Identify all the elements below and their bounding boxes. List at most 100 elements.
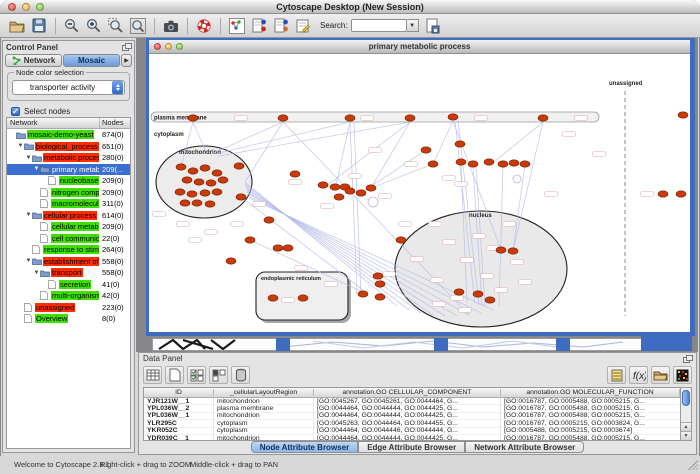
background-window-fragment[interactable] (152, 338, 692, 351)
network-node[interactable] (473, 291, 483, 297)
tree-item[interactable]: nitrogen compo209(0) (7, 187, 130, 199)
scroll-down-arrow[interactable]: ▼ (681, 431, 691, 440)
network-node[interactable] (676, 191, 686, 197)
scrollbar-thumb[interactable] (682, 390, 690, 406)
tab-network[interactable]: Network (5, 54, 62, 67)
tab-network-attribute-browser[interactable]: Network Attribute Browser (465, 441, 584, 453)
tree-item[interactable]: ▼transport558(0) (7, 267, 130, 279)
tree-column-network[interactable]: Network (7, 118, 100, 128)
network-node[interactable] (218, 177, 228, 183)
background-window-fragment[interactable] (641, 336, 692, 351)
tree-item[interactable]: ▼cellular process614(0) (7, 210, 130, 222)
tree-item[interactable]: ▼metabolic process280(0) (7, 152, 130, 164)
tree-item[interactable]: ▼establishment of lo558(0) (7, 256, 130, 268)
column-header[interactable]: ID (144, 389, 214, 396)
network-overview-icon[interactable] (227, 16, 247, 36)
network-node[interactable] (421, 147, 431, 153)
tree-item[interactable]: ▼primary metabo209(... (7, 164, 130, 176)
network-node[interactable] (188, 168, 198, 174)
network-node[interactable] (278, 115, 288, 121)
network-node[interactable] (180, 200, 190, 206)
network-node[interactable] (468, 161, 478, 167)
column-header[interactable]: annotation.GO CELLULAR_COMPONENT (314, 389, 501, 396)
tree-expand-icon[interactable]: ▼ (25, 155, 32, 161)
network-node[interactable] (658, 191, 668, 197)
network-node[interactable] (236, 194, 246, 200)
network-node[interactable] (212, 170, 222, 176)
network-node[interactable] (366, 185, 376, 191)
network-node[interactable] (358, 291, 368, 297)
select-nodes-checkbox[interactable]: ✓ (11, 107, 20, 116)
tree-expand-icon[interactable]: ▼ (25, 258, 32, 264)
network-node[interactable] (234, 163, 244, 169)
network-node[interactable] (212, 189, 222, 195)
save-icon[interactable] (29, 16, 49, 36)
delete-attribute-trash-icon[interactable] (231, 366, 250, 384)
search-dropdown-button[interactable]: ▼ (407, 19, 419, 32)
network-node[interactable] (428, 161, 438, 167)
network-node[interactable] (538, 115, 548, 121)
network-node[interactable] (373, 273, 383, 279)
network-node[interactable] (187, 191, 197, 197)
scroll-up-arrow[interactable]: ▲ (681, 422, 691, 431)
search-input[interactable] (351, 19, 407, 32)
network-node[interactable] (448, 114, 458, 120)
background-window-fragment[interactable] (556, 338, 570, 351)
network-node[interactable] (456, 159, 466, 165)
network-node[interactable] (273, 245, 283, 251)
network-node[interactable] (298, 295, 308, 301)
import-node-attributes-icon[interactable] (249, 16, 269, 36)
network-node[interactable] (496, 247, 506, 253)
tree-expand-icon[interactable]: ▼ (33, 270, 40, 276)
network-node[interactable] (498, 161, 508, 167)
network-node[interactable] (356, 190, 366, 196)
background-window-fragment[interactable] (434, 338, 448, 351)
tree-item[interactable]: cell communicat22(0) (7, 233, 130, 245)
tree-item[interactable]: multi-organism pro42(0) (7, 290, 130, 302)
background-window-fragment[interactable] (276, 338, 290, 351)
network-node[interactable] (200, 165, 210, 171)
session-save-icon[interactable] (423, 16, 443, 36)
annotation-icon[interactable] (293, 16, 313, 36)
network-node[interactable] (290, 171, 300, 177)
zoom-in-icon[interactable] (84, 16, 104, 36)
zoom-out-icon[interactable] (62, 16, 82, 36)
network-window-titlebar[interactable]: primary metabolic process (149, 40, 690, 54)
new-attribute-icon[interactable] (165, 366, 184, 384)
network-node[interactable] (176, 164, 186, 170)
network-node[interactable] (345, 188, 355, 194)
network-node[interactable] (175, 189, 185, 195)
network-node[interactable] (484, 159, 494, 165)
network-node[interactable] (188, 115, 198, 121)
network-node[interactable] (678, 112, 688, 118)
network-node[interactable] (206, 180, 216, 186)
network-node[interactable] (226, 258, 236, 264)
network-node[interactable] (520, 161, 530, 167)
network-node[interactable] (375, 281, 385, 287)
network-node[interactable] (205, 201, 215, 207)
snapshot-camera-icon[interactable] (161, 16, 181, 36)
node-color-dropdown[interactable]: transporter activity (12, 80, 125, 95)
tab-mosaic[interactable]: Mosaic (63, 54, 120, 67)
network-node[interactable] (334, 194, 344, 200)
network-node[interactable] (192, 200, 202, 206)
network-node[interactable] (194, 179, 204, 185)
network-node[interactable] (318, 182, 328, 188)
attribute-table-icon[interactable] (143, 366, 162, 384)
table-scrollbar[interactable]: ▲ ▼ (680, 388, 691, 440)
tree-item[interactable]: ▼biological_process651(0) (7, 141, 130, 153)
network-node[interactable] (454, 289, 464, 295)
network-node[interactable] (264, 217, 274, 223)
tab-overflow-arrow[interactable]: ▶ (121, 54, 132, 67)
network-node[interactable] (455, 141, 465, 147)
network-node[interactable] (345, 115, 355, 121)
network-node[interactable] (268, 295, 278, 301)
network-node[interactable] (330, 184, 340, 190)
tree-item[interactable]: response to stimulu264(0) (7, 244, 130, 256)
tree-expand-icon[interactable]: ▼ (17, 143, 24, 149)
tree-expand-icon[interactable]: ▼ (33, 166, 40, 172)
tree-item[interactable]: Overview8(0) (7, 313, 130, 325)
select-attributes-icon[interactable] (187, 366, 206, 384)
tree-item[interactable]: cellular metabol209(0) (7, 221, 130, 233)
tree-item[interactable]: mosaic-demo-yeast874(0) (7, 129, 130, 141)
